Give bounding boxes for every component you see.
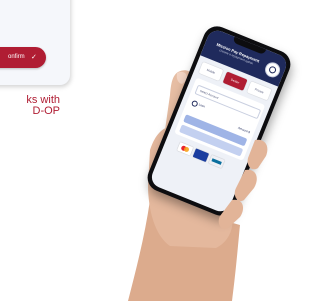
fingers-illustration <box>218 139 268 230</box>
hand-holding-phone: Mission Pay Repayment choose a repayment… <box>0 0 327 301</box>
